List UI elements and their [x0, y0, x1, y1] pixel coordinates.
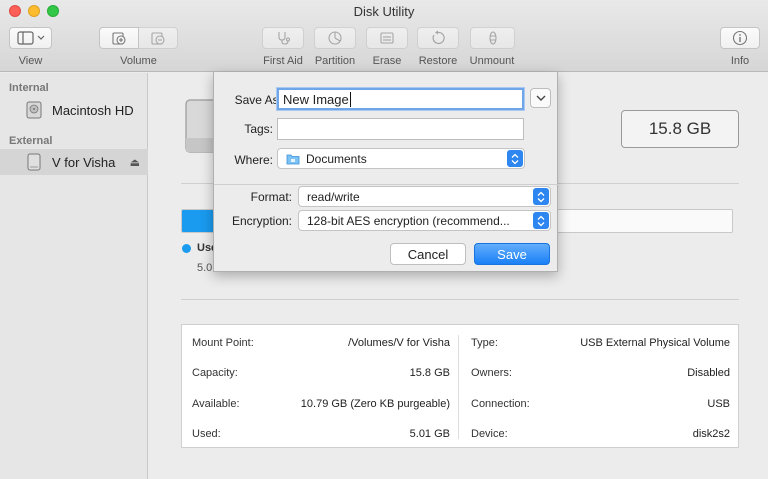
sidebar-item-label: V for Visha [52, 154, 116, 170]
save-as-field[interactable]: New Image [277, 88, 524, 110]
first-aid-button[interactable] [262, 27, 304, 49]
info-key: Capacity: [192, 367, 238, 379]
divider [181, 299, 739, 300]
info-row-owners: Owners: Disabled [471, 363, 730, 383]
updown-arrows-icon [507, 150, 523, 167]
unmount-button[interactable] [470, 27, 515, 49]
sheet-divider [214, 184, 559, 185]
sidebar: Internal Macintosh HD External V for Vis… [0, 73, 148, 479]
unmount-icon [488, 31, 497, 45]
erase-label: Erase [372, 55, 402, 67]
info-value: USB [707, 398, 730, 410]
info-key: Owners: [471, 367, 512, 379]
info-key: Used: [192, 428, 221, 440]
view-label: View [18, 55, 43, 67]
expand-dialog-button[interactable] [530, 88, 551, 108]
used-legend-value: 5.0 [197, 262, 213, 274]
view-button[interactable] [9, 27, 52, 49]
partition-icon [328, 31, 342, 45]
restore-button[interactable] [417, 27, 459, 49]
erase-icon [380, 32, 394, 44]
volume-label: Volume [120, 55, 157, 67]
window-title: Disk Utility [353, 4, 415, 19]
format-value: read/write [307, 189, 360, 204]
save-as-value: New Image [283, 91, 349, 107]
sidebar-item-macintosh-hd[interactable]: Macintosh HD [0, 97, 148, 123]
sidebar-heading-internal: Internal [9, 82, 49, 94]
info-row-used: Used: 5.01 GB [192, 424, 450, 444]
encryption-value: 128-bit AES encryption (recommend... [307, 213, 510, 228]
partition-label: Partition [314, 55, 356, 67]
info-divider [458, 335, 459, 439]
info-key: Available: [192, 398, 240, 410]
info-row-capacity: Capacity: 15.8 GB [192, 363, 450, 383]
info-value: /Volumes/V for Visha [348, 337, 450, 349]
updown-arrows-icon [533, 188, 549, 205]
add-volume-button[interactable] [99, 27, 139, 49]
info-key: Type: [471, 337, 498, 349]
folder-icon [286, 154, 300, 164]
info-table: Mount Point: /Volumes/V for Visha Capaci… [181, 324, 739, 448]
encryption-label: Encryption: [231, 214, 292, 228]
info-row-mount-point: Mount Point: /Volumes/V for Visha [192, 333, 450, 353]
remove-volume-button[interactable] [138, 27, 178, 49]
info-column-right: Type: USB External Physical Volume Owner… [461, 325, 740, 449]
external-disk-icon [27, 153, 41, 171]
encryption-popup[interactable]: 128-bit AES encryption (recommend... [298, 210, 551, 231]
save-image-sheet: Save As: New Image Tags: Where: Document… [213, 72, 559, 272]
erase-button[interactable] [366, 27, 408, 49]
sidebar-item-v-for-visha[interactable]: V for Visha ⏏ [0, 149, 148, 175]
info-value: disk2s2 [692, 428, 730, 440]
save-button[interactable]: Save [474, 243, 550, 265]
chevron-down-icon [536, 95, 545, 101]
info-icon [732, 30, 748, 46]
restore-label: Restore [418, 55, 458, 67]
internal-disk-icon [26, 101, 42, 119]
eject-icon[interactable]: ⏏ [130, 156, 140, 169]
stethoscope-icon [278, 32, 291, 45]
capacity-display: 15.8 GB [621, 110, 739, 148]
info-row-device: Device: disk2s2 [471, 424, 730, 444]
info-value: 10.79 GB (Zero KB purgeable) [300, 398, 450, 410]
info-row-connection: Connection: USB [471, 394, 730, 414]
where-popup[interactable]: Documents [277, 148, 525, 169]
info-row-type: Type: USB External Physical Volume [471, 333, 730, 353]
format-popup[interactable]: read/write [298, 186, 551, 207]
remove-volume-icon [151, 32, 165, 45]
where-label: Where: [234, 153, 273, 167]
info-button[interactable] [720, 27, 760, 49]
info-row-available: Available: 10.79 GB (Zero KB purgeable) [192, 394, 450, 414]
toolbar: Disk Utility View Volume First Aid Parti… [0, 0, 768, 72]
tags-label: Tags: [244, 122, 273, 136]
add-volume-icon [112, 32, 126, 45]
save-as-label: Save As: [234, 93, 282, 107]
sidebar-item-label: Macintosh HD [52, 102, 134, 118]
sidebar-toggle-icon [16, 31, 44, 45]
format-label: Format: [250, 190, 292, 204]
info-key: Connection: [471, 398, 530, 410]
info-value: 5.01 GB [409, 428, 450, 440]
info-key: Mount Point: [192, 337, 254, 349]
used-legend-dot [182, 244, 191, 253]
unmount-label: Unmount [469, 55, 515, 67]
tags-field[interactable] [277, 118, 524, 140]
info-label: Info [730, 55, 750, 67]
restore-icon [432, 30, 445, 45]
cancel-button[interactable]: Cancel [390, 243, 466, 265]
info-value: Disabled [687, 367, 730, 379]
info-column-left: Mount Point: /Volumes/V for Visha Capaci… [182, 325, 460, 449]
partition-button[interactable] [314, 27, 356, 49]
first-aid-label: First Aid [263, 55, 303, 67]
info-key: Device: [471, 428, 508, 440]
text-caret [349, 91, 351, 107]
info-value: 15.8 GB [409, 367, 450, 379]
updown-arrows-icon [533, 212, 549, 229]
where-value: Documents [306, 151, 367, 166]
info-value: USB External Physical Volume [580, 337, 730, 349]
sidebar-heading-external: External [9, 135, 53, 147]
